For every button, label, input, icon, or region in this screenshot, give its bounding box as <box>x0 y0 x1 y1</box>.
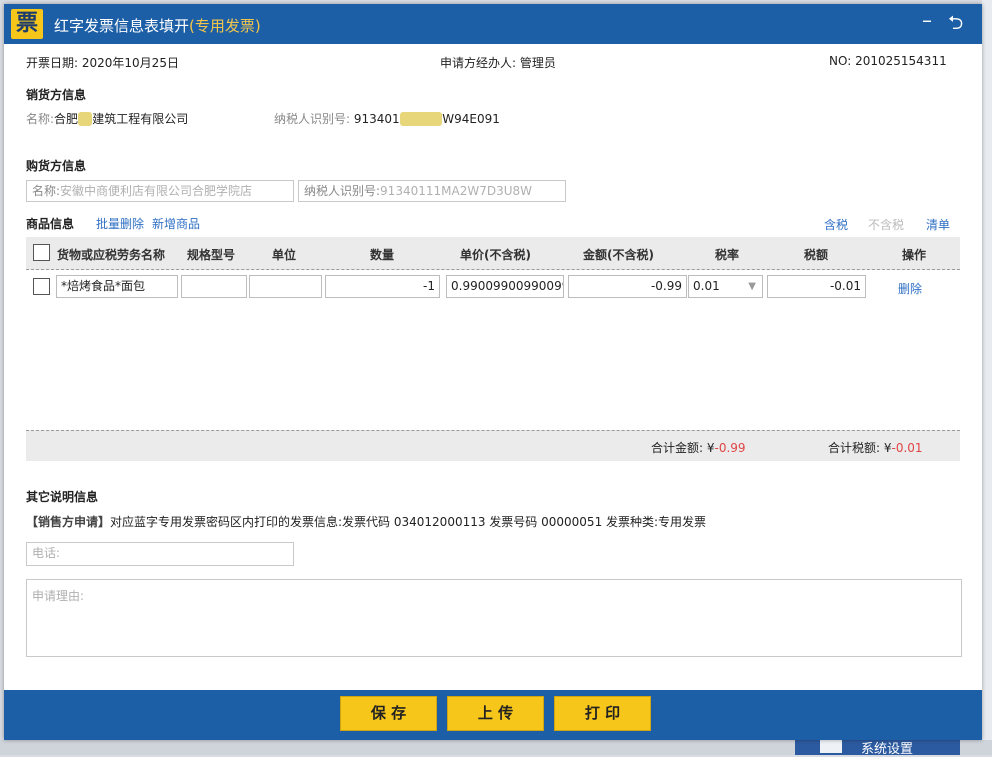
buyer-name-field[interactable]: 名称:安徽中商便利店有限公司合肥学院店 <box>26 180 294 202</box>
buyer-tax-value: 91340111MA2W7D3U8W <box>380 184 532 198</box>
applicant-agent-label: 申请方经办人: <box>440 56 517 70</box>
seller-name-redacted: xx <box>78 112 93 126</box>
col-spec: 规格型号 <box>187 248 236 262</box>
batch-delete-link[interactable]: 批量删除 <box>96 215 144 232</box>
buyer-section-title: 购货方信息 <box>26 159 87 173</box>
reason-placeholder: 申请理由: <box>32 589 85 603</box>
buyer-name-label: 名称: <box>32 184 61 198</box>
seller-name-label: 名称: <box>26 112 55 126</box>
other-section-title: 其它说明信息 <box>26 490 99 504</box>
total-amount: 合计金额: ¥-0.99 <box>651 439 746 456</box>
invoice-number-value: 201025154311 <box>855 54 947 68</box>
red-invoice-dialog: 票 红字发票信息表填开(专用发票) – ⮌ 开票日期: 2020年10月25日 … <box>4 4 982 740</box>
tax-included-toggle[interactable]: 含税 <box>824 216 848 233</box>
system-settings-label: 系统设置 <box>861 742 914 757</box>
tax-excluded-toggle[interactable]: 不含税 <box>868 216 904 233</box>
seller-name-prefix: 合肥 <box>54 112 79 126</box>
total-amount-value: -0.99 <box>714 441 746 455</box>
applicant-agent: 申请方经办人: 管理员 <box>440 54 556 71</box>
phone-placeholder: 电话: <box>32 546 61 560</box>
total-tax: 合计税额: ¥-0.01 <box>828 439 923 456</box>
dialog-title-main: 红字发票信息表填开 <box>54 17 190 35</box>
select-all-checkbox[interactable] <box>33 244 50 261</box>
background-app-edge <box>982 0 992 755</box>
seller-tax-suffix: W94E091 <box>442 112 500 126</box>
save-button[interactable]: 保 存 <box>340 696 437 731</box>
invoice-date: 开票日期: 2020年10月25日 <box>26 54 179 71</box>
seller-name: 名称:合肥xx建筑工程有限公司 <box>26 110 188 127</box>
buyer-tax-field[interactable]: 纳税人识别号:91340111MA2W7D3U8W <box>298 180 566 202</box>
item-name-input[interactable]: *焙烤食品*面包 <box>56 275 178 298</box>
total-amount-currency: ¥ <box>706 441 715 455</box>
invoice-date-label: 开票日期: <box>26 56 79 70</box>
col-unit: 单位 <box>272 248 297 262</box>
settings-icon <box>820 740 842 753</box>
item-rate-select[interactable]: 0.01 ▼ <box>688 275 763 298</box>
col-qty: 数量 <box>370 248 395 262</box>
action-bar: 保 存 上 传 打 印 <box>4 690 982 740</box>
reason-textarea[interactable]: 申请理由: <box>26 579 962 657</box>
system-settings-button[interactable]: 系统设置 <box>795 738 960 757</box>
col-amount: 金额(不含税) <box>583 248 654 262</box>
row-checkbox[interactable] <box>33 278 50 295</box>
buyer-name-value: 安徽中商便利店有限公司合肥学院店 <box>60 184 253 198</box>
delete-row-link[interactable]: 删除 <box>898 280 922 297</box>
print-button[interactable]: 打 印 <box>554 696 651 731</box>
dialog-title-note: (专用发票) <box>189 17 261 35</box>
add-item-link[interactable]: 新增商品 <box>152 215 200 232</box>
total-tax-value: -0.01 <box>891 441 923 455</box>
invoice-logo-icon: 票 <box>11 9 43 39</box>
phone-field[interactable]: 电话: <box>26 542 294 566</box>
dialog-title: 红字发票信息表填开(专用发票) <box>54 15 261 36</box>
col-tax: 税额 <box>804 248 829 262</box>
upload-button[interactable]: 上 传 <box>447 696 544 731</box>
total-amount-label: 合计金额: <box>651 441 704 455</box>
goods-table-header: 货物或应税劳务名称 规格型号 单位 数量 单价(不含税) 金额(不含税) 税率 … <box>26 237 960 270</box>
seller-tax-id: 纳税人识别号: 913401xxxxxxW94E091 <box>274 110 500 127</box>
applicant-tag: 【销售方申请】 <box>26 515 111 529</box>
invoice-number-label: NO: <box>829 54 852 68</box>
back-icon[interactable]: ⮌ <box>948 9 963 41</box>
item-price-input[interactable]: 0.990099009900990 <box>446 275 564 298</box>
item-spec-input[interactable] <box>181 275 247 298</box>
goods-section-title: 商品信息 <box>26 217 75 231</box>
col-price: 单价(不含税) <box>460 248 531 262</box>
seller-section-title: 销货方信息 <box>26 88 87 102</box>
seller-name-suffix: 建筑工程有限公司 <box>92 112 189 126</box>
description-text: 对应蓝字专用发票密码区内打印的发票信息:发票代码 034012000113 发票… <box>110 515 707 529</box>
item-amount-input[interactable]: -0.99 <box>568 275 687 298</box>
item-tax-input[interactable]: -0.01 <box>767 275 866 298</box>
item-qty-input[interactable]: -1 <box>325 275 440 298</box>
col-rate: 税率 <box>715 248 740 262</box>
invoice-date-value: 2020年10月25日 <box>81 56 179 70</box>
chevron-down-icon: ▼ <box>748 281 756 292</box>
totals-bar: 合计金额: ¥-0.99 合计税额: ¥-0.01 <box>26 430 960 461</box>
title-bar: 票 红字发票信息表填开(专用发票) – ⮌ <box>4 4 982 44</box>
invoice-number: NO: 201025154311 <box>829 54 947 68</box>
item-unit-input[interactable] <box>249 275 322 298</box>
total-tax-currency: ¥ <box>883 441 892 455</box>
buyer-tax-label: 纳税人识别号: <box>304 184 381 198</box>
seller-tax-redacted: xxxxxx <box>399 112 443 126</box>
minimize-icon[interactable]: – <box>922 8 932 32</box>
other-description: 【销售方申请】对应蓝字专用发票密码区内打印的发票信息:发票代码 03401200… <box>26 513 706 530</box>
total-tax-label: 合计税额: <box>828 441 881 455</box>
list-link[interactable]: 清单 <box>926 216 950 233</box>
item-rate-value: 0.01 <box>693 279 720 293</box>
seller-tax-prefix: 913401 <box>353 112 400 126</box>
col-name: 货物或应税劳务名称 <box>57 248 166 262</box>
col-action: 操作 <box>902 248 927 262</box>
applicant-agent-value: 管理员 <box>519 56 556 70</box>
seller-tax-label: 纳税人识别号: <box>274 112 351 126</box>
